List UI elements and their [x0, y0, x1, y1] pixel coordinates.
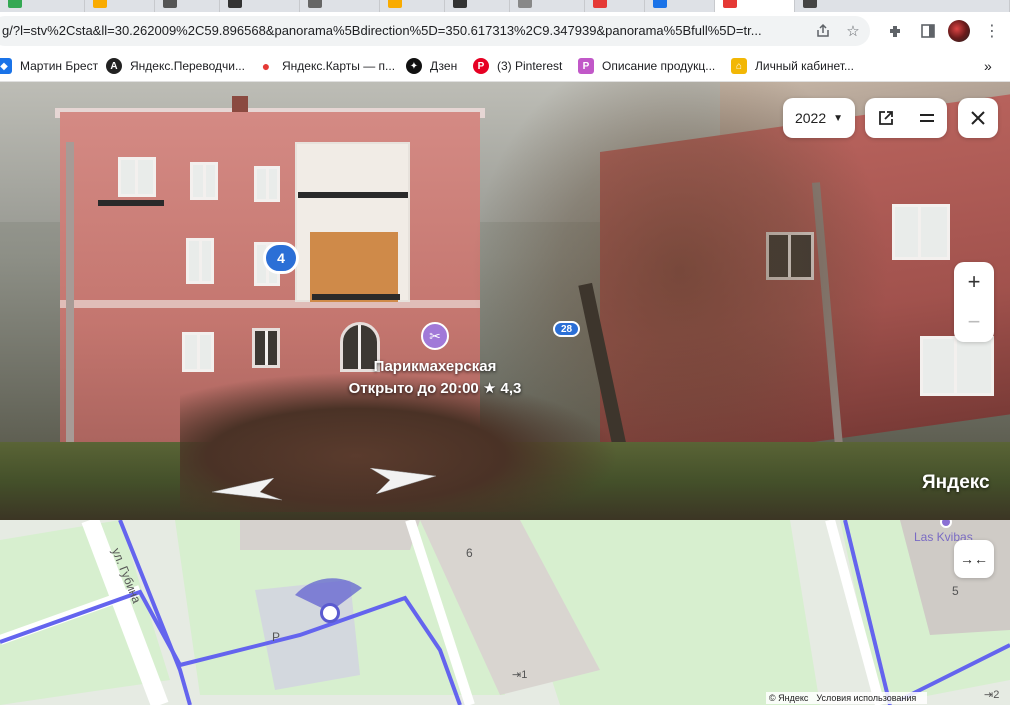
window	[920, 336, 994, 396]
window	[252, 328, 280, 368]
browser-tab[interactable]	[155, 0, 220, 12]
zen-icon: ✦	[406, 58, 422, 74]
copyright-text: © Яндекс	[769, 693, 809, 703]
poi-info: Открыто до 20:00 ★ 4,3	[348, 380, 522, 397]
bookmark-label: Яндекс.Карты — п...	[282, 59, 396, 73]
p-letter-icon: P	[578, 58, 594, 74]
browser-toolbar: g/?l=stv%2Csta&ll=30.262009%2C59.896568&…	[0, 12, 1010, 50]
browser-tab[interactable]	[510, 0, 585, 12]
entrance-icon: ⇥	[512, 669, 522, 681]
cluster-marker[interactable]: 4	[263, 242, 299, 274]
browser-tab[interactable]	[795, 0, 1010, 12]
translate-icon: A	[106, 58, 122, 74]
zoom-out-button[interactable]: −	[954, 302, 994, 342]
zoom-control: + −	[954, 262, 994, 342]
bookmark-label: Мартин Брест	[20, 59, 99, 73]
hamburger-icon	[919, 114, 934, 122]
bookmark-item[interactable]: A Яндекс.Переводчи...	[106, 56, 245, 76]
bookmark-item[interactable]: ● Яндекс.Карты — п...	[258, 56, 395, 76]
panorama-controls	[865, 98, 947, 138]
mini-map[interactable]: ул. Губина P 6 5 ⇥1 ⇥2 Las Kvibas →← © Я…	[0, 520, 1010, 705]
menu-kebab-icon[interactable]: ⋮	[980, 19, 1004, 43]
map-copyright: © Яндекс Условия использования	[766, 692, 928, 704]
year-selector[interactable]: 2022 ▼	[783, 98, 855, 138]
home-icon: ⌂	[731, 58, 747, 74]
scissors-icon[interactable]: ✂	[421, 322, 449, 350]
nav-arrow-right-icon[interactable]	[370, 468, 436, 494]
bookmark-item[interactable]: ◆ Мартин Брест	[0, 56, 98, 76]
bookmark-star-icon[interactable]: ☆	[842, 20, 864, 42]
tab-strip	[0, 0, 1010, 12]
browser-tab[interactable]	[645, 0, 715, 12]
bookmark-label: Описание продукц...	[602, 59, 716, 73]
browser-tab[interactable]	[220, 0, 300, 12]
entrance-label: ⇥2	[984, 689, 1000, 701]
browser-tab[interactable]	[0, 0, 85, 12]
close-icon	[971, 111, 985, 125]
bookmark-item[interactable]: ⌂ Личный кабинет...	[731, 56, 854, 76]
caret-down-icon: ▼	[833, 112, 844, 124]
entrance-icon: ⇥	[984, 689, 994, 701]
side-panel-icon[interactable]	[916, 19, 940, 43]
window	[892, 204, 950, 260]
balcony	[312, 294, 400, 300]
collapse-map-button[interactable]: →←	[954, 540, 994, 578]
balcony	[98, 200, 164, 206]
bookmark-item[interactable]: P (3) Pinterest	[473, 56, 562, 76]
window	[254, 166, 280, 202]
close-panorama-button[interactable]	[958, 98, 998, 138]
browser-tab[interactable]	[445, 0, 510, 12]
drainpipe	[66, 142, 74, 462]
bookmark-item[interactable]: P Описание продукц...	[578, 56, 715, 76]
bookmark-label: Личный кабинет...	[755, 59, 854, 73]
url-text[interactable]: g/?l=stv%2Csta&ll=30.262009%2C59.896568&…	[2, 23, 802, 38]
bookmark-label: Яндекс.Переводчи...	[130, 59, 245, 73]
browser-tab-active[interactable]	[715, 0, 795, 12]
current-location-marker[interactable]	[320, 603, 340, 623]
browser-tab[interactable]	[585, 0, 645, 12]
bookmarks-bar: ◆ Мартин Брест A Яндекс.Переводчи... ● Я…	[0, 50, 1010, 82]
profile-avatar[interactable]	[948, 20, 970, 42]
building-number: 6	[466, 546, 473, 560]
zoom-in-button[interactable]: +	[954, 262, 994, 302]
year-label: 2022	[794, 110, 827, 126]
address-bar[interactable]: g/?l=stv%2Csta&ll=30.262009%2C59.896568&…	[0, 16, 870, 46]
window	[190, 162, 218, 200]
bookmark-blue-icon: ◆	[0, 58, 12, 74]
building-number: 5	[952, 584, 959, 598]
bookmark-label: Дзен	[430, 59, 458, 73]
window	[186, 238, 214, 284]
bookmarks-overflow-icon[interactable]: »	[984, 56, 992, 76]
open-external-button[interactable]	[865, 98, 906, 138]
browser-tab[interactable]	[300, 0, 380, 12]
yandex-logo: Яндекс	[922, 472, 990, 493]
bookmark-item[interactable]: ✦ Дзен	[406, 56, 457, 76]
map-pin-icon: ●	[261, 58, 271, 74]
window	[118, 157, 156, 197]
window	[182, 332, 214, 372]
nav-arrow-left-icon[interactable]	[212, 478, 282, 502]
extensions-icon[interactable]	[884, 19, 908, 43]
terms-link[interactable]: Условия использования	[816, 693, 916, 703]
browser-tab[interactable]	[85, 0, 155, 12]
entrance-label: ⇥1	[512, 669, 528, 681]
map-canvas	[0, 520, 1010, 705]
share-icon[interactable]	[812, 20, 834, 42]
collapse-arrows-icon: →←	[960, 551, 988, 567]
parking-label: P	[272, 630, 281, 644]
bookmark-label: (3) Pinterest	[497, 59, 563, 73]
panorama-view[interactable]: 2022 ▼ + − 4 28 ✂ Парикмахерская Открыто…	[0, 82, 1010, 520]
external-link-icon	[878, 111, 893, 125]
loggia-interior	[310, 232, 398, 302]
menu-button[interactable]	[906, 98, 947, 138]
building-cornice	[60, 300, 480, 308]
balcony	[298, 192, 408, 198]
poi-name[interactable]: Парикмахерская	[330, 358, 540, 375]
house-number-badge[interactable]: 28	[553, 321, 580, 337]
browser-tab[interactable]	[380, 0, 445, 12]
pinterest-icon: P	[473, 58, 489, 74]
